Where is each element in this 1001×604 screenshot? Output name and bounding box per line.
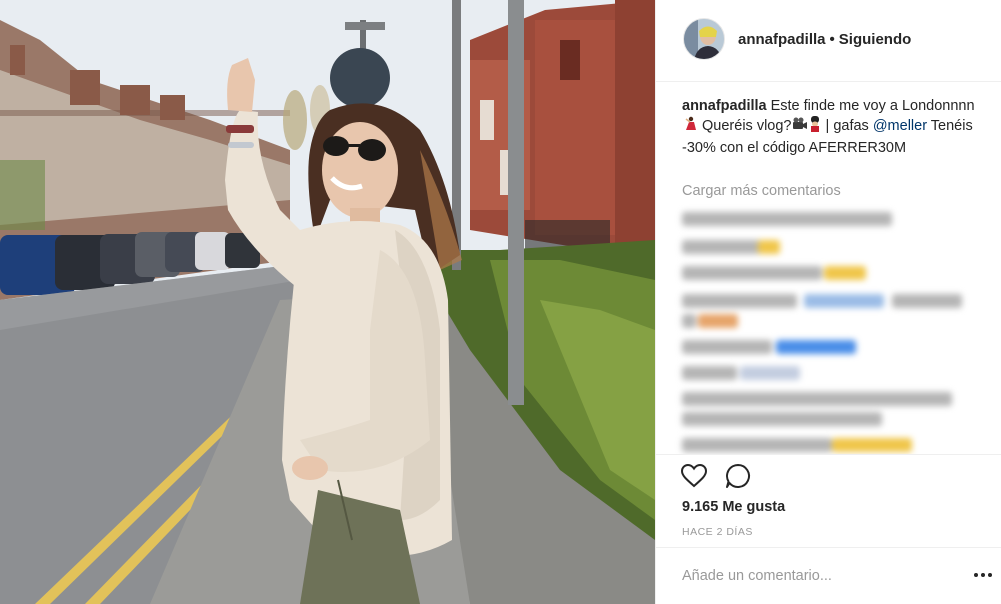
- avatar[interactable]: [683, 18, 725, 60]
- caption-text-1: Este finde me voy a Londonnnn: [770, 98, 975, 114]
- post-actions: 9.165 Me gusta HACE 2 DÍAS: [656, 454, 1001, 544]
- load-more-comments-link[interactable]: Cargar más comentarios: [682, 183, 841, 199]
- heart-icon[interactable]: [680, 462, 708, 490]
- blurred-comments: [676, 204, 976, 454]
- speech-bubble-icon[interactable]: [724, 462, 752, 490]
- post-caption: annafpadilla Este finde me voy a Londonnn…: [682, 96, 982, 158]
- header-separator: •: [829, 31, 835, 48]
- follow-status-button[interactable]: Siguiendo: [839, 31, 912, 48]
- caption-username[interactable]: annafpadilla: [682, 98, 767, 114]
- dancer-emoji-icon: [682, 116, 698, 138]
- video-camera-emoji-icon: [792, 116, 808, 138]
- post-image: [0, 0, 655, 604]
- caption-mention-link[interactable]: @meller: [873, 118, 927, 134]
- header-username[interactable]: annafpadilla: [738, 31, 826, 48]
- post-details-panel: annafpadilla • Siguiendo annafpadilla Este …: [655, 0, 1001, 604]
- like-count[interactable]: 9.165 Me gusta: [682, 499, 785, 515]
- caption-text-3: | gafas: [821, 118, 873, 134]
- header-line: annafpadilla • Siguiendo: [738, 31, 911, 48]
- caption-text-2: Queréis vlog?: [698, 118, 792, 134]
- post-header: annafpadilla • Siguiendo: [656, 0, 1001, 82]
- comment-input[interactable]: [682, 565, 952, 587]
- post-date[interactable]: HACE 2 DÍAS: [682, 526, 753, 538]
- more-options-icon[interactable]: [974, 568, 992, 582]
- post-photo[interactable]: [0, 0, 655, 604]
- add-comment-bar: [656, 547, 1001, 604]
- guard-emoji-icon: [808, 116, 822, 138]
- comments-area: annafpadilla Este finde me voy a Londonnn…: [656, 82, 1001, 454]
